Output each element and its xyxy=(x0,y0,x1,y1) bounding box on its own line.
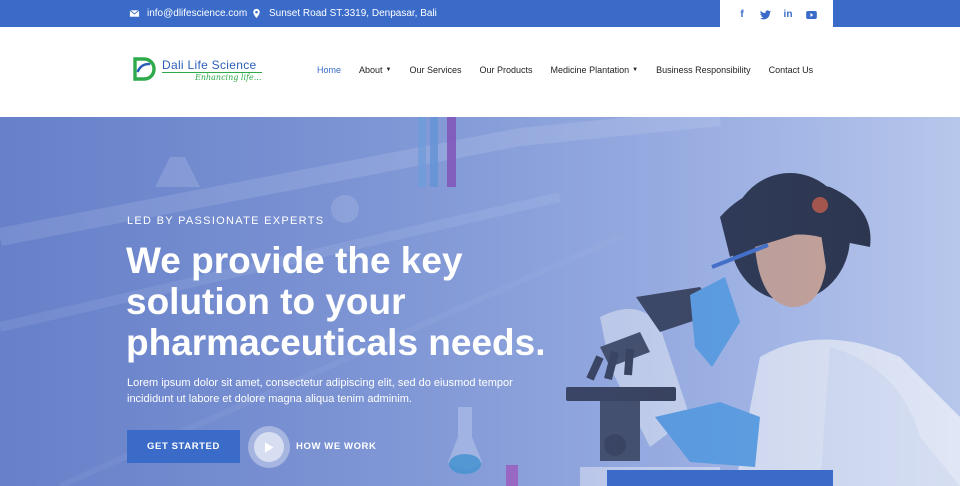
envelope-icon xyxy=(129,9,140,17)
nav-item-home[interactable]: Home xyxy=(317,65,341,75)
nav-label: Our Products xyxy=(479,65,533,75)
site-logo[interactable]: Dali Life Science Enhancing life... xyxy=(132,55,272,87)
feature-strip xyxy=(607,470,833,486)
youtube-icon[interactable] xyxy=(804,8,818,22)
nav-item-our-services[interactable]: Our Services xyxy=(410,65,462,75)
logo-name: Dali Life Science xyxy=(162,58,257,72)
nav-item-business-responsibility[interactable]: Business Responsibility xyxy=(656,65,751,75)
nav-label: Home xyxy=(317,65,342,75)
hero-headline-line: pharmaceuticals needs. xyxy=(126,322,546,363)
play-icon xyxy=(265,442,274,452)
nav-label: Medicine Plantation xyxy=(550,65,630,75)
nav-item-contact-us[interactable]: Contact Us xyxy=(769,65,814,75)
map-pin-icon xyxy=(253,8,260,19)
email-text: info@dlifescience.com xyxy=(147,8,248,19)
site-header: Dali Life Science Enhancing life... Home… xyxy=(0,27,960,117)
nav-item-about[interactable]: About ▼ xyxy=(359,65,391,75)
hero-section: LED BY PASSIONATE EXPERTS We provide the… xyxy=(0,117,960,486)
nav-item-our-products[interactable]: Our Products xyxy=(480,65,533,75)
chevron-down-icon: ▼ xyxy=(632,67,639,73)
nav-item-medicine-plantation[interactable]: Medicine Plantation ▼ xyxy=(551,65,639,75)
linkedin-icon[interactable]: in xyxy=(781,8,795,22)
contact-email[interactable]: info@dlifescience.com xyxy=(129,0,247,27)
nav-label: About xyxy=(359,65,383,75)
facebook-icon[interactable]: f xyxy=(735,8,749,22)
social-links: f in xyxy=(720,0,833,29)
nav-label: Our Services xyxy=(409,65,462,75)
hero-description: Lorem ipsum dolor sit amet, consectetur … xyxy=(127,377,513,405)
play-button-inner xyxy=(254,432,284,462)
chevron-down-icon: ▼ xyxy=(385,67,392,73)
logo-mark-icon xyxy=(133,57,156,81)
address-text: Sunset Road ST.3319, Denpasar, Bali xyxy=(269,8,437,19)
nav-label: Business Responsibility xyxy=(656,65,751,75)
hero-headline-line: solution to your xyxy=(126,281,406,322)
how-we-work-link[interactable]: HOW WE WORK xyxy=(296,441,376,452)
hero-headline: We provide the key solution to your phar… xyxy=(126,240,546,363)
play-video-button[interactable] xyxy=(248,426,290,468)
nav-label: Contact Us xyxy=(768,65,814,75)
twitter-icon[interactable] xyxy=(758,8,772,22)
contact-address: Sunset Road ST.3319, Denpasar, Bali xyxy=(251,0,437,27)
hero-headline-line: We provide the key xyxy=(126,240,463,281)
hero-eyebrow: LED BY PASSIONATE EXPERTS xyxy=(127,215,325,227)
get-started-button[interactable]: GET STARTED xyxy=(127,430,240,463)
logo-tagline: Enhancing life... xyxy=(195,73,262,82)
main-nav: Home About ▼ Our Services Our Products Me… xyxy=(317,65,813,75)
